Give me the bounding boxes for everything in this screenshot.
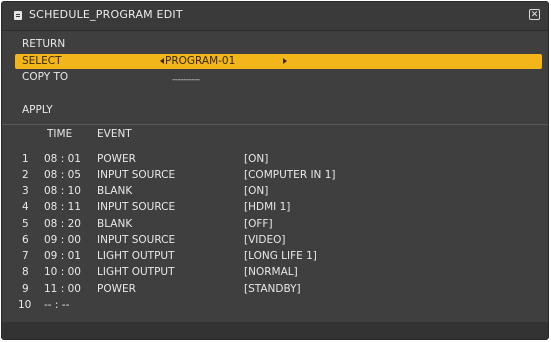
dialog-title: SCHEDULE_PROGRAM EDIT	[29, 8, 183, 21]
schedule-row[interactable]: 1 08 : 01 POWER [ON]	[2, 153, 548, 169]
row-value: [ON]	[244, 185, 269, 197]
row-number: 2	[22, 169, 29, 181]
row-event: LIGHT OUTPUT	[97, 266, 175, 278]
row-number: 3	[22, 185, 29, 197]
row-time: 08 : 10	[44, 185, 81, 197]
row-number: 9	[22, 283, 29, 295]
row-time: -- : --	[44, 299, 70, 311]
copy-to-button[interactable]: COPY TO	[22, 71, 68, 83]
row-value: [STANDBY]	[244, 283, 301, 295]
schedule-row[interactable]: 5 08 : 20 BLANK [OFF]	[2, 218, 548, 234]
row-time: 08 : 20	[44, 218, 81, 230]
program-icon	[14, 11, 22, 20]
schedule-program-edit-dialog: SCHEDULE_PROGRAM EDIT ✕ RETURN SELECT PR…	[1, 1, 549, 340]
row-time: 08 : 05	[44, 169, 81, 181]
row-number: 6	[22, 234, 29, 246]
event-column-header: EVENT	[97, 128, 132, 140]
title-bar: SCHEDULE_PROGRAM EDIT ✕	[2, 2, 548, 31]
row-event: LIGHT OUTPUT	[97, 250, 175, 262]
program-select-value: PROGRAM-01	[165, 55, 236, 67]
row-time: 09 : 00	[44, 234, 81, 246]
row-number: 1	[22, 153, 29, 165]
row-number: 7	[22, 250, 29, 262]
row-event: BLANK	[97, 218, 133, 230]
row-event: INPUT SOURCE	[97, 234, 176, 246]
time-column-header: TIME	[47, 128, 73, 140]
row-time: 11 : 00	[44, 283, 81, 295]
arrow-left-icon[interactable]	[160, 58, 164, 64]
row-event: POWER	[97, 283, 136, 295]
schedule-row[interactable]: 3 08 : 10 BLANK [ON]	[2, 185, 548, 201]
row-number: 10	[18, 299, 32, 311]
schedule-row[interactable]: 7 09 : 01 LIGHT OUTPUT [LONG LIFE 1]	[2, 250, 548, 266]
row-time: 08 : 11	[44, 201, 81, 213]
row-number: 8	[22, 266, 29, 278]
schedule-row[interactable]: 8 10 : 00 LIGHT OUTPUT [NORMAL]	[2, 266, 548, 282]
row-number: 5	[22, 218, 29, 230]
row-value: [NORMAL]	[244, 266, 298, 278]
close-icon[interactable]: ✕	[529, 9, 540, 20]
row-event: INPUT SOURCE	[97, 169, 176, 181]
arrow-right-icon[interactable]	[283, 58, 287, 64]
schedule-row[interactable]: 4 08 : 11 INPUT SOURCE [HDMI 1]	[2, 201, 548, 217]
schedule-row[interactable]: 6 09 : 00 INPUT SOURCE [VIDEO]	[2, 234, 548, 250]
select-row[interactable]: SELECT PROGRAM-01	[15, 54, 542, 69]
schedule-row[interactable]: 9 11 : 00 POWER [STANDBY]	[2, 283, 548, 299]
row-number: 4	[22, 201, 29, 213]
select-label: SELECT	[22, 55, 62, 67]
row-value: [ON]	[244, 153, 269, 165]
schedule-row[interactable]: 2 08 : 05 INPUT SOURCE [COMPUTER IN 1]	[2, 169, 548, 185]
return-button[interactable]: RETURN	[22, 38, 65, 50]
row-event: POWER	[97, 153, 136, 165]
row-time: 08 : 01	[44, 153, 81, 165]
row-time: 10 : 00	[44, 266, 81, 278]
row-time: 09 : 01	[44, 250, 81, 262]
footer-bar	[2, 322, 548, 339]
row-value: [VIDEO]	[244, 234, 286, 246]
row-value: [OFF]	[244, 218, 273, 230]
apply-button[interactable]: APPLY	[22, 104, 53, 116]
row-value: [LONG LIFE 1]	[244, 250, 317, 262]
copy-to-value: ----------	[172, 75, 200, 85]
row-event: BLANK	[97, 185, 133, 197]
row-value: [HDMI 1]	[244, 201, 291, 213]
divider	[2, 124, 548, 125]
row-value: [COMPUTER IN 1]	[244, 169, 336, 181]
schedule-row[interactable]: 10 -- : --	[2, 299, 548, 315]
row-event: INPUT SOURCE	[97, 201, 176, 213]
